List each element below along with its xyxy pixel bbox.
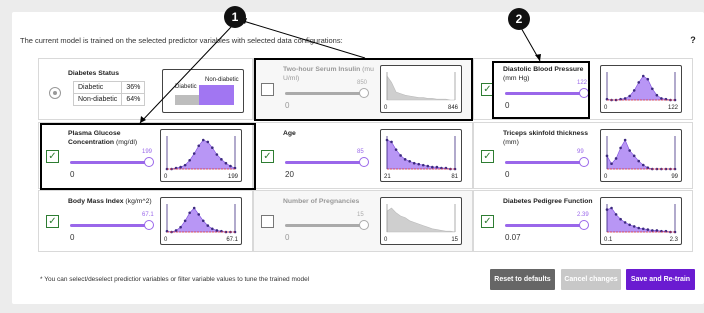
callout-badge-2: 2 [508, 8, 530, 30]
callout-badge-1: 1 [224, 6, 246, 28]
save-retrain-button[interactable]: Save and Re-train [626, 269, 695, 290]
reset-button[interactable]: Reset to defaults [490, 269, 555, 290]
callout-arrows [139, 18, 541, 124]
cancel-button[interactable]: Cancel changes [561, 269, 621, 290]
footnote: * You can select/deselect predictior var… [40, 276, 310, 283]
